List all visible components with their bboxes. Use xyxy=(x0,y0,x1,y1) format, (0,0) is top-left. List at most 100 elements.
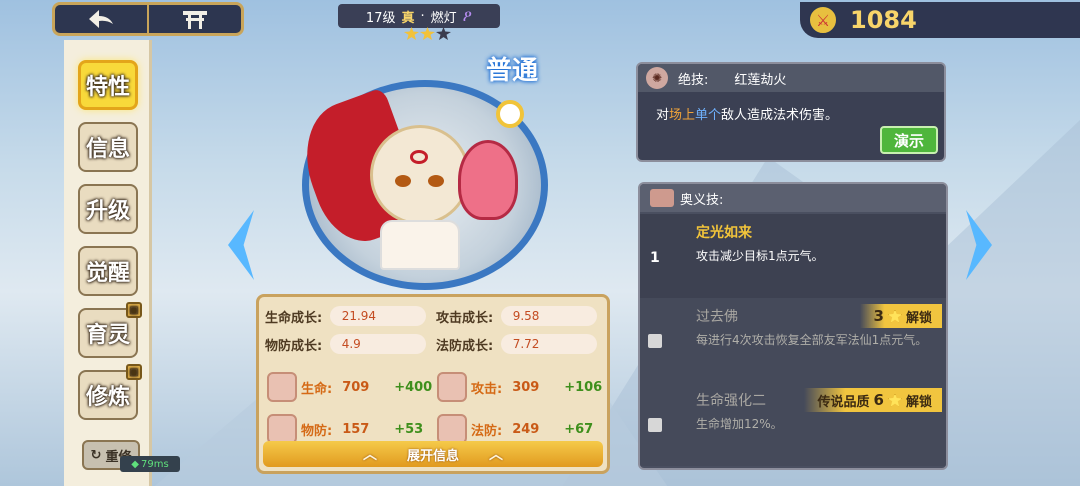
ping-value: 79ms xyxy=(141,458,169,470)
hero-eye-right xyxy=(428,175,444,187)
expand-label: 展开信息 xyxy=(406,448,459,464)
sidebar-item-label: 升级 xyxy=(85,198,130,224)
skill-description: 对场上单个敌人造成法术伤害。 xyxy=(638,92,944,123)
magic-shield-icon xyxy=(437,414,467,444)
attr-bonus: +53 xyxy=(394,421,424,437)
star-empty-icon xyxy=(436,27,451,40)
ping-indicator: ◆ 79ms xyxy=(120,456,180,472)
attr-value: 157 xyxy=(342,421,370,437)
home-button[interactable] xyxy=(147,5,241,33)
ultimate-row[interactable]: 1 定光如来 攻击减少目标1点元气。 xyxy=(640,214,946,298)
ultimate-name: 过去佛 xyxy=(696,309,738,325)
ultimate-text: 攻击减少目标1点元气。 xyxy=(696,249,824,263)
sidebar-item-label: 觉醒 xyxy=(85,260,130,286)
hero-eye-left xyxy=(395,175,411,187)
attr-label: 生命: xyxy=(301,381,333,397)
sidebar-item-label: 育灵 xyxy=(85,322,130,348)
unlock-requirement: 3 解锁 xyxy=(859,304,942,328)
ultimate-title: 奥义技: xyxy=(680,192,724,208)
attr-value: 709 xyxy=(342,379,370,395)
growth-value: 4.9 xyxy=(329,334,426,354)
sidebar: 特性 信息 升级 觉醒 育灵 ▣ 修炼 ▣ xyxy=(64,40,152,486)
attr-value: 249 xyxy=(512,421,540,437)
sidebar-item-label: 信息 xyxy=(85,136,130,162)
sword-icon xyxy=(437,372,467,402)
ultimate-name: 生命强化二 xyxy=(696,393,766,409)
growth-label: 生命成长: xyxy=(265,310,323,326)
lock-icon: ▣ xyxy=(126,364,142,380)
unlock-label: 解锁 xyxy=(905,310,932,326)
growth-label: 法防成长: xyxy=(436,338,494,354)
attr-bonus: +400 xyxy=(394,379,433,395)
skill-desc-suffix: 敌人造成法术伤害。 xyxy=(721,108,839,123)
skill-title: 绝技: xyxy=(678,72,709,88)
ultimate-text: 每进行4次攻击恢复全部友军法仙1点元气。 xyxy=(696,333,928,347)
sword-battle-icon: ⚔ xyxy=(808,5,838,35)
back-arrow-icon xyxy=(89,10,113,28)
hero-fan xyxy=(458,140,518,220)
growth-label: 物防成长: xyxy=(265,338,323,354)
spirit-icon: ዖ xyxy=(462,6,473,25)
star-icon xyxy=(420,27,435,40)
growth-value: 7.72 xyxy=(500,334,597,354)
hero-forehead-mark xyxy=(410,150,428,164)
attr-hp: 生命: 709 +400 xyxy=(267,367,437,407)
lock-icon xyxy=(648,334,662,348)
hero-staff-orb xyxy=(496,100,524,128)
star-icon xyxy=(887,309,902,323)
ultimate-icon xyxy=(650,189,674,207)
ultimate-panel: 奥义技: 1 定光如来 攻击减少目标1点元气。 过去佛 3 解锁 每进行4次攻击… xyxy=(638,182,948,470)
unlock-requirement: 传说品质 6 解锁 xyxy=(803,388,942,412)
hero-level: 17级 xyxy=(365,10,396,26)
unlock-quality: 传说品质 xyxy=(817,394,870,410)
hero-title: 17级 真 · 燃灯 ዖ xyxy=(338,4,500,28)
star-icon xyxy=(887,393,902,407)
sidebar-item-cultivate[interactable]: 修炼 ▣ xyxy=(78,364,142,420)
gate-icon xyxy=(183,11,207,29)
attr-label: 攻击: xyxy=(471,381,503,397)
hero-robe xyxy=(380,220,460,270)
back-button[interactable] xyxy=(55,5,147,33)
unlock-label: 解锁 xyxy=(905,394,932,410)
previous-hero-arrow-icon[interactable] xyxy=(228,210,254,280)
sidebar-item-label: 特性 xyxy=(85,74,130,100)
skill-panel: ✺ 绝技: 红莲劫火 对场上单个敌人造成法术伤害。 演示 xyxy=(636,62,946,162)
sidebar-item-nurture[interactable]: 育灵 ▣ xyxy=(78,302,142,358)
chevron-up-icon: ︿ xyxy=(362,447,377,463)
stats-panel: 生命成长: 21.94 攻击成长: 9.58 物防成长: 4.9 法防成长: 7… xyxy=(256,294,610,474)
skill-desc-prefix: 对 xyxy=(656,108,670,123)
skill-header: ✺ 绝技: 红莲劫火 xyxy=(638,64,944,92)
heart-icon xyxy=(267,372,297,402)
ultimate-text: 生命增加12%。 xyxy=(696,417,783,431)
growth-label: 攻击成长: xyxy=(436,310,494,326)
sidebar-item-info[interactable]: 信息 xyxy=(78,122,138,172)
refresh-icon: ↻ xyxy=(90,447,102,463)
sidebar-item-awaken[interactable]: 觉醒 xyxy=(78,246,138,296)
signal-icon: ◆ xyxy=(131,458,139,470)
ultimate-row[interactable]: 过去佛 3 解锁 每进行4次攻击恢复全部友军法仙1点元气。 xyxy=(640,298,946,382)
attr-bonus: +67 xyxy=(564,421,594,437)
growth-value: 21.94 xyxy=(329,306,426,326)
attr-value: 309 xyxy=(512,379,540,395)
skill-name: 红莲劫火 xyxy=(734,72,787,88)
unlock-star-count: 6 xyxy=(873,391,884,409)
skill-desc-highlight: 单个 xyxy=(695,108,722,123)
ultimate-header: 奥义技: xyxy=(640,184,946,212)
sidebar-item-upgrade[interactable]: 升级 xyxy=(78,184,138,234)
ultimate-row[interactable]: 生命强化二 传说品质 6 解锁 生命增加12%。 xyxy=(640,382,946,466)
ultimate-level-number: 1 xyxy=(650,250,660,266)
chevron-up-icon: ︿ xyxy=(489,447,503,463)
growth-row: 生命成长: 21.94 攻击成长: 9.58 xyxy=(265,303,607,329)
growth-row: 物防成长: 4.9 法防成长: 7.72 xyxy=(265,331,607,357)
attr-bonus: +106 xyxy=(564,379,603,395)
demo-button[interactable]: 演示 xyxy=(880,126,938,154)
expand-info-button[interactable]: ︿ 展开信息 ︿ xyxy=(263,441,603,467)
currency-display: ⚔ 1084 xyxy=(800,2,1080,38)
star-rating xyxy=(404,27,451,40)
attr-label: 物防: xyxy=(301,423,333,439)
skill-desc-highlight: 场上 xyxy=(669,108,696,123)
lock-icon xyxy=(648,418,662,432)
sidebar-item-traits[interactable]: 特性 xyxy=(78,60,138,110)
ultimate-name: 定光如来 xyxy=(696,225,752,241)
skill-icon: ✺ xyxy=(646,67,668,89)
